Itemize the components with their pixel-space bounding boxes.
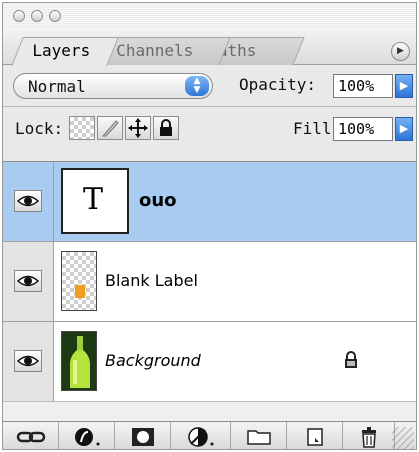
label-swatch — [75, 285, 85, 298]
opacity-slider-arrow-icon[interactable]: ▶ — [395, 74, 413, 98]
layer-row-background[interactable]: Background — [3, 322, 416, 402]
lock-label: Lock: — [15, 119, 64, 138]
divider — [3, 106, 416, 107]
opacity-input[interactable]: 100% — [333, 74, 393, 98]
text-layer-thumbnail: T — [61, 168, 129, 234]
layer-style-button[interactable] — [59, 422, 115, 449]
mask-icon — [131, 428, 154, 446]
new-layer-button[interactable] — [287, 422, 343, 449]
tab-strip: Paths Channels Layers ▶ — [3, 29, 416, 66]
blend-mode-value: Normal — [28, 77, 86, 96]
eye-icon[interactable] — [14, 270, 42, 292]
blend-mode-arrows-icon: ▲ ▼ — [185, 76, 209, 96]
layer-name[interactable]: Background — [105, 351, 201, 370]
lock-icon — [343, 351, 359, 373]
adjustment-icon — [187, 427, 213, 447]
link-icon — [16, 431, 45, 443]
pixel-layer-thumbnail — [61, 251, 97, 311]
lock-transparent-pixels-icon[interactable] — [69, 116, 95, 140]
background-thumbnail — [61, 331, 97, 391]
new-layer-icon — [306, 428, 323, 446]
folder-icon — [246, 430, 271, 445]
layer-row-ouo[interactable]: T ouo — [3, 162, 416, 242]
adjustment-layer-button[interactable] — [171, 422, 231, 449]
lock-all-icon[interactable] — [153, 116, 179, 140]
minimize-window-button[interactable] — [31, 10, 43, 22]
title-bar[interactable] — [3, 3, 416, 29]
tab-layers[interactable]: Layers — [11, 37, 119, 66]
lock-image-pixels-icon[interactable] — [97, 116, 123, 140]
opacity-label: Opacity: — [239, 75, 317, 94]
layers-list: T ouo Blank Label Background — [3, 161, 416, 402]
delete-layer-button[interactable] — [343, 422, 395, 449]
eye-icon[interactable] — [14, 350, 42, 372]
visibility-cell — [3, 162, 54, 241]
fill-input[interactable]: 100% — [333, 117, 393, 141]
layer-name[interactable]: Blank Label — [105, 271, 198, 290]
new-group-button[interactable] — [231, 422, 287, 449]
trash-icon — [361, 427, 376, 448]
layer-row-blank-label[interactable]: Blank Label — [3, 242, 416, 322]
visibility-cell — [3, 242, 54, 321]
add-mask-button[interactable] — [115, 422, 171, 449]
link-layers-button[interactable] — [3, 422, 59, 449]
lock-position-icon[interactable] — [125, 116, 151, 140]
blend-opacity-row: Normal ▲ ▼ Opacity: 100% ▶ — [3, 65, 416, 105]
layers-empty-area — [3, 401, 416, 421]
visibility-cell — [3, 322, 54, 401]
blend-mode-select[interactable]: Normal ▲ ▼ — [13, 73, 213, 99]
fx-icon — [74, 428, 99, 446]
fill-slider-arrow-icon[interactable]: ▶ — [395, 117, 413, 141]
layers-panel: Paths Channels Layers ▶ Normal ▲ ▼ Opacit… — [2, 2, 417, 450]
resize-grip[interactable] — [392, 427, 414, 449]
text-layer-glyph: T — [83, 182, 104, 217]
zoom-window-button[interactable] — [49, 10, 61, 22]
eye-icon[interactable] — [14, 190, 42, 212]
close-window-button[interactable] — [13, 10, 25, 22]
bottom-toolbar — [3, 421, 416, 449]
layer-name[interactable]: ouo — [139, 190, 177, 211]
panel-menu-icon[interactable]: ▶ — [391, 42, 410, 61]
